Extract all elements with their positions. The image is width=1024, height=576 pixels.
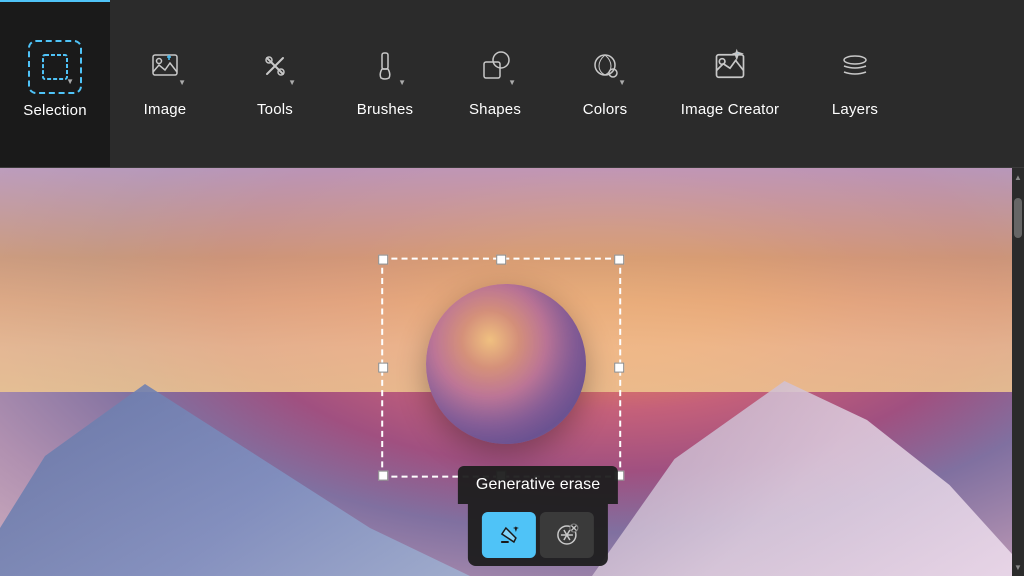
image-creator-icon (712, 48, 748, 84)
erase-pattern-icon (552, 520, 582, 550)
toolbar-item-image-creator[interactable]: Image Creator (660, 0, 800, 167)
context-menu-buttons (468, 504, 608, 566)
scroll-down-arrow[interactable]: ▼ (1012, 558, 1024, 576)
image-label: Image (144, 101, 187, 118)
image-creator-icon-wrap (703, 39, 757, 93)
tools-chevron: ▼ (288, 78, 296, 87)
colors-chevron: ▼ (618, 78, 626, 87)
handle-top-left[interactable] (378, 255, 388, 265)
colors-icon-wrap: ▼ (578, 39, 632, 93)
scroll-track[interactable] (1014, 188, 1022, 556)
selection-label: Selection (23, 102, 87, 119)
context-menu-label: Generative erase (458, 466, 618, 504)
layers-icon-wrap (828, 39, 882, 93)
image-icon-wrap: ▼ (138, 39, 192, 93)
toolbar-item-layers[interactable]: Layers (800, 0, 910, 167)
toolbar-item-shapes[interactable]: ▼ Shapes (440, 0, 550, 167)
handle-middle-right[interactable] (614, 363, 624, 373)
erase-sparkle-icon (494, 520, 524, 550)
toolbar-item-tools[interactable]: ▼ Tools (220, 0, 330, 167)
scrollbar[interactable]: ▲ ▼ (1012, 168, 1024, 576)
toolbar-item-brushes[interactable]: ▼ Brushes (330, 0, 440, 167)
generative-erase-button[interactable] (482, 512, 536, 558)
brushes-chevron: ▼ (398, 78, 406, 87)
image-chevron: ▼ (178, 78, 186, 87)
toolbar-item-selection[interactable]: ▼ Selection (0, 0, 110, 167)
shapes-icon-wrap: ▼ (468, 39, 522, 93)
scroll-thumb[interactable] (1014, 198, 1022, 238)
layers-label: Layers (832, 101, 878, 118)
handle-bottom-left[interactable] (378, 471, 388, 481)
handle-top-center[interactable] (496, 255, 506, 265)
selection-rectangle[interactable] (381, 258, 621, 478)
tools-icon (259, 50, 291, 82)
image-icon (149, 50, 181, 82)
shapes-icon (479, 50, 511, 82)
brushes-label: Brushes (357, 101, 413, 118)
toolbar-item-image[interactable]: ▼ Image (110, 0, 220, 167)
selection-chevron: ▼ (66, 77, 74, 86)
erase-pattern-button[interactable] (540, 512, 594, 558)
selection-icon-wrap: ▼ (28, 40, 82, 94)
handle-top-right[interactable] (614, 255, 624, 265)
colors-label: Colors (583, 101, 628, 118)
canvas-area[interactable]: Generative erase (0, 168, 1012, 576)
handle-middle-left[interactable] (378, 363, 388, 373)
colors-icon (589, 50, 621, 82)
image-creator-label: Image Creator (681, 101, 779, 118)
shapes-label: Shapes (469, 101, 521, 118)
scroll-up-arrow[interactable]: ▲ (1012, 168, 1024, 186)
tools-label: Tools (257, 101, 293, 118)
brushes-icon-wrap: ▼ (358, 39, 412, 93)
layers-icon (839, 50, 871, 82)
toolbar-item-colors[interactable]: ▼ Colors (550, 0, 660, 167)
context-menu: Generative erase (458, 466, 618, 566)
brushes-icon (369, 50, 401, 82)
tools-icon-wrap: ▼ (248, 39, 302, 93)
shapes-chevron: ▼ (508, 78, 516, 87)
toolbar: ▼ Selection ▼ Image ▼ Tools (0, 0, 1024, 168)
